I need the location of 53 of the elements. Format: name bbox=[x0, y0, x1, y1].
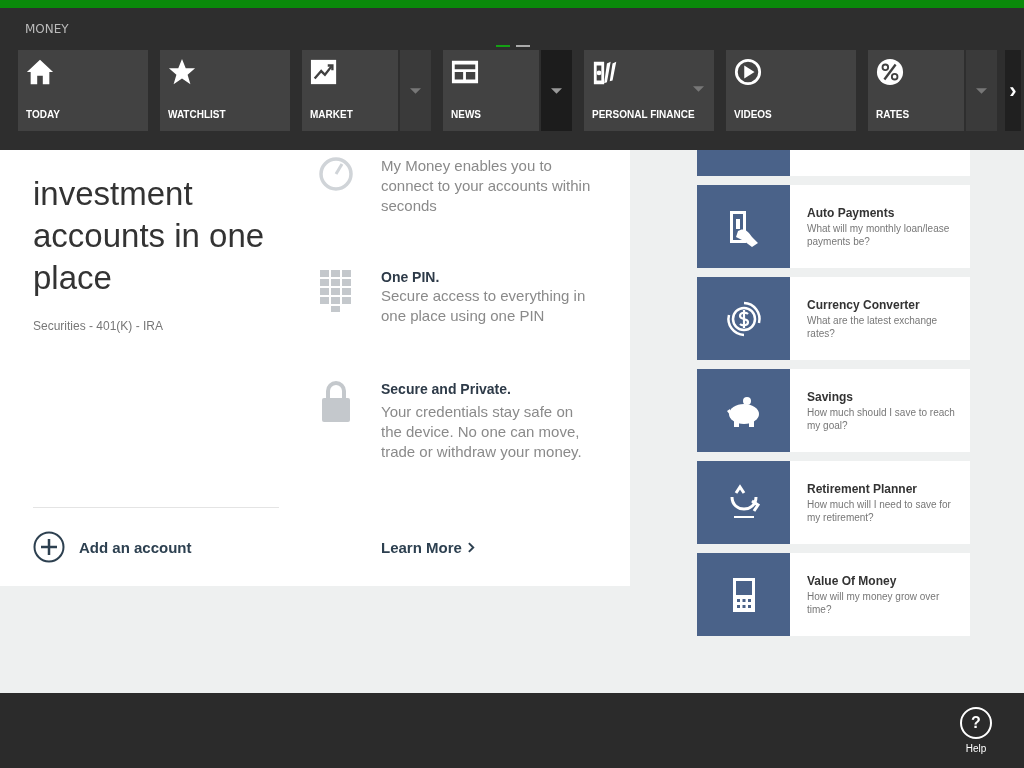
caret-icon bbox=[551, 87, 562, 94]
feature-description: My Money enables you to connect to your accounts within seconds bbox=[381, 156, 592, 216]
tool-title: Retirement Planner bbox=[807, 481, 919, 496]
page-indicator[interactable] bbox=[516, 45, 530, 47]
scroll-right-button[interactable]: › bbox=[1005, 50, 1021, 131]
hero-title: investment accounts in one place bbox=[33, 174, 266, 298]
tool-description: What will my monthly loan/lease payments be? bbox=[807, 221, 951, 248]
nav-tile[interactable]: PERSONAL FINANCE bbox=[584, 50, 714, 131]
newspaper-icon bbox=[451, 58, 479, 86]
feature-description: Your credentials stay safe on the device. No one can move, trade or withdraw your money. bbox=[381, 402, 583, 462]
tool-card[interactable]: Auto Payments What will my monthly loan/lease payments be? bbox=[697, 185, 970, 268]
tool-card[interactable]: Currency Converter What are the latest exchange rates? bbox=[697, 277, 970, 360]
page-indicator[interactable] bbox=[496, 45, 510, 47]
tool-description: What are the latest exchange rates? bbox=[807, 313, 939, 340]
tool-card[interactable]: Retirement Planner How much will I need to save for my retirement? bbox=[697, 461, 970, 544]
hero-subtitle: Securities - 401(K) - IRA bbox=[33, 319, 165, 333]
feature-title: One PIN. bbox=[381, 268, 441, 286]
caret-icon bbox=[410, 87, 421, 94]
percent-icon bbox=[876, 58, 904, 86]
dropdown-button[interactable] bbox=[400, 50, 431, 131]
tool-description: How much should I save to reach my goal? bbox=[807, 405, 956, 432]
nav-tile[interactable]: VIDEOS bbox=[726, 50, 856, 131]
nav-tile[interactable]: WATCHLIST bbox=[160, 50, 290, 131]
caret-icon bbox=[693, 86, 704, 92]
play-icon bbox=[734, 58, 762, 86]
dropdown-button[interactable] bbox=[541, 50, 572, 131]
chart-icon bbox=[310, 58, 338, 86]
tool-card[interactable] bbox=[697, 150, 970, 176]
nav-tile[interactable]: NEWS bbox=[443, 50, 539, 131]
nav-tile[interactable]: TODAY bbox=[18, 50, 148, 131]
feature-description: Secure access to everything in one place using one PIN bbox=[381, 286, 587, 326]
app-title: MONEY bbox=[25, 22, 69, 36]
help-button[interactable]: ? Help bbox=[954, 693, 998, 768]
tool-title: Currency Converter bbox=[807, 297, 921, 312]
caret-icon bbox=[976, 87, 987, 94]
tool-description: How much will I need to save for my retirement? bbox=[807, 497, 952, 524]
star-icon bbox=[168, 58, 196, 86]
tool-description: How will my money grow over time? bbox=[807, 589, 941, 616]
tool-title: Auto Payments bbox=[807, 205, 896, 220]
tool-card[interactable]: Savings How much should I save to reach my goal? bbox=[697, 369, 970, 452]
home-icon bbox=[26, 58, 54, 86]
keypad-icon bbox=[318, 268, 354, 312]
tool-title: Value Of Money bbox=[807, 573, 898, 588]
add-icon bbox=[33, 531, 65, 563]
add-account-link[interactable]: Add an account bbox=[79, 538, 192, 556]
nav-tile[interactable]: MARKET bbox=[302, 50, 398, 131]
chevron-icon bbox=[467, 541, 475, 553]
feature-title: Secure and Private. bbox=[381, 380, 512, 398]
nav-tile[interactable]: RATES bbox=[868, 50, 964, 131]
tool-title: Savings bbox=[807, 389, 855, 404]
dropdown-button[interactable] bbox=[966, 50, 997, 131]
learn-more-link[interactable]: Learn More bbox=[381, 508, 618, 586]
tool-card[interactable]: Value Of Money How will my money grow over time? bbox=[697, 553, 970, 636]
